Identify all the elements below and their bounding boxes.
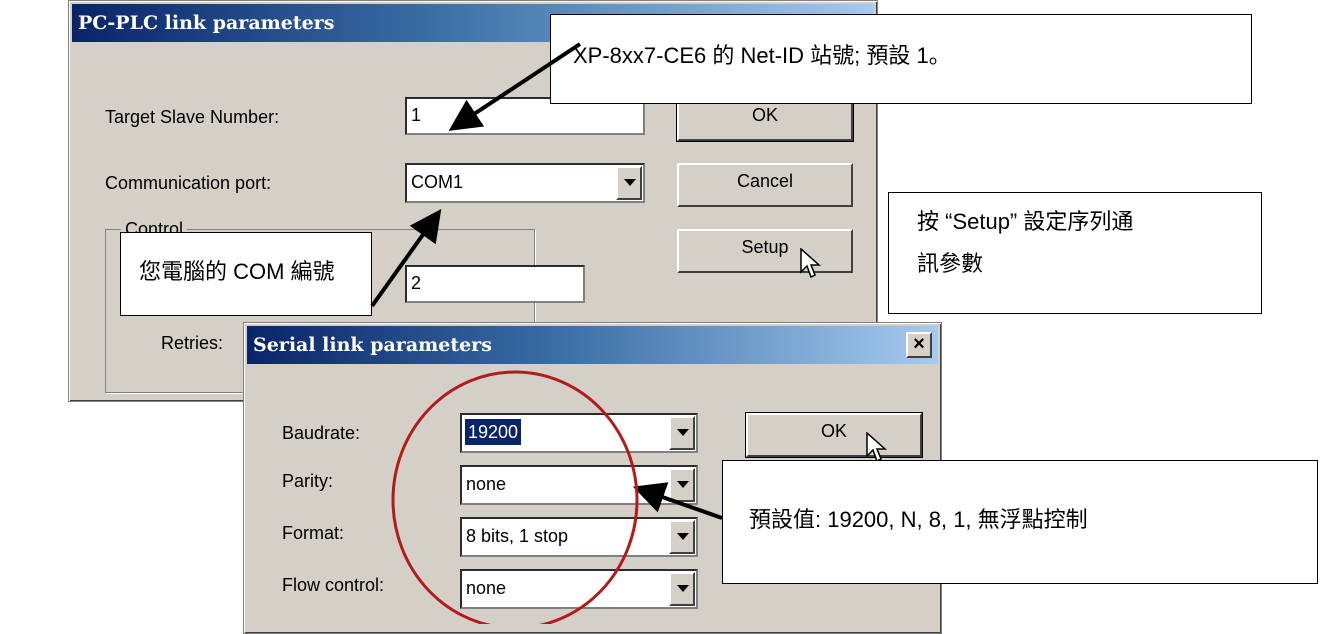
highlight-circle [391, 370, 639, 624]
net-id-arrow [448, 42, 582, 131]
annotation-overlay [370, 42, 723, 624]
defaults-arrow [632, 482, 723, 520]
com-arrow [370, 208, 442, 308]
